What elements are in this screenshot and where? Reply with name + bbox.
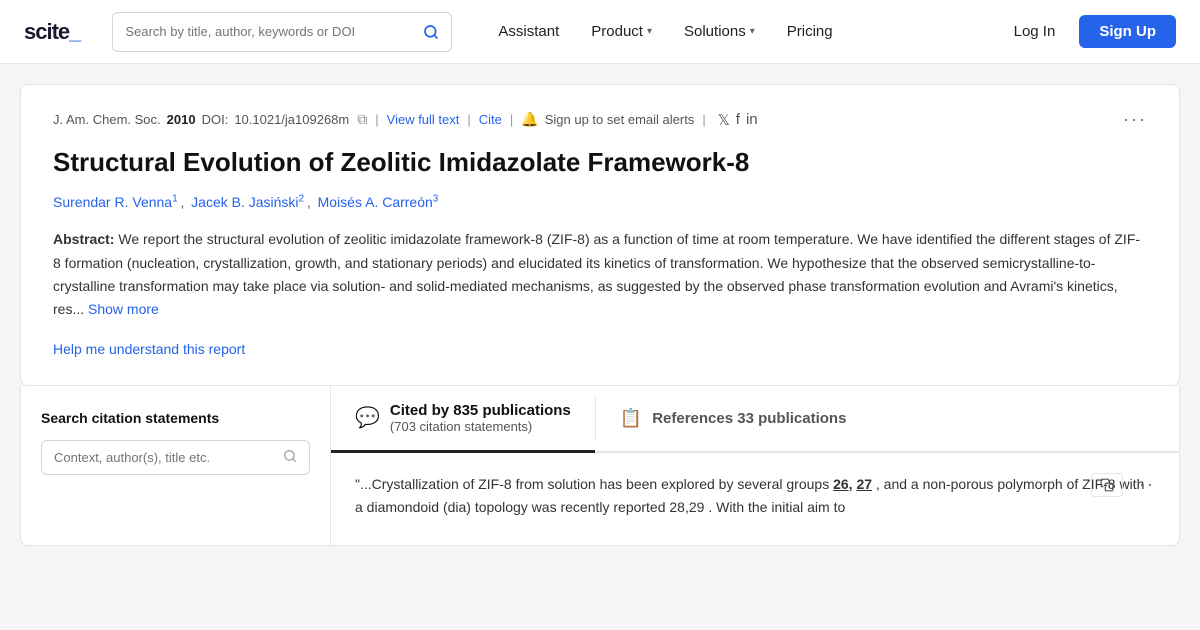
separator-2: |	[467, 112, 470, 127]
cited-by-sub-text: (703 citation statements)	[390, 419, 571, 434]
view-full-text-link[interactable]: View full text	[387, 112, 460, 127]
nav-item-pricing[interactable]: Pricing	[773, 15, 847, 48]
logo: scite_	[24, 19, 80, 45]
citation-body: "...Crystallization of ZIF-8 from soluti…	[331, 453, 1179, 539]
more-options-button[interactable]: ···	[1123, 109, 1147, 130]
facebook-icon[interactable]: f	[736, 111, 740, 128]
abstract-text: We report the structural evolution of ze…	[53, 231, 1140, 316]
cited-by-icon: 💬	[355, 405, 380, 430]
nav-item-assistant[interactable]: Assistant	[484, 15, 573, 48]
sidebar: Search citation statements	[21, 386, 331, 545]
author-1-link[interactable]: Surendar R. Venna1	[53, 194, 178, 210]
search-input[interactable]	[125, 24, 423, 39]
author-2-link[interactable]: Jacek B. Jasiński2	[191, 194, 304, 210]
nav-item-product[interactable]: Product ▾	[577, 15, 666, 48]
tabs-content: 💬 Cited by 835 publications (703 citatio…	[331, 386, 1179, 545]
paper-title: Structural Evolution of Zeolitic Imidazo…	[53, 146, 1147, 180]
twitter-icon[interactable]: 𝕏	[718, 111, 730, 129]
nav-auth: Log In Sign Up	[998, 15, 1176, 48]
show-more-link[interactable]: Show more	[88, 301, 159, 317]
nav-links: Assistant Product ▾ Solutions ▾ Pricing	[484, 15, 981, 48]
sidebar-search[interactable]	[41, 440, 310, 475]
journal-name: J. Am. Chem. Soc.	[53, 112, 161, 127]
tab-cited-by[interactable]: 💬 Cited by 835 publications (703 citatio…	[331, 386, 595, 453]
paper-authors: Surendar R. Venna1, Jacek B. Jasiński2, …	[53, 194, 1147, 211]
separator-1: |	[375, 112, 378, 127]
search-button[interactable]	[423, 24, 439, 40]
nav-item-solutions[interactable]: Solutions ▾	[670, 15, 769, 48]
citation-numbers: 26, 27	[833, 476, 876, 492]
bell-icon: 🔔	[521, 111, 538, 128]
signup-button[interactable]: Sign Up	[1079, 15, 1176, 48]
tab-references[interactable]: 📋 References 33 publications	[596, 386, 871, 451]
main-wrapper: J. Am. Chem. Soc. 2010 DOI: 10.1021/ja10…	[0, 84, 1200, 546]
citation-actions: ···	[1091, 473, 1155, 497]
copy-doi-icon[interactable]: ⧉	[357, 111, 367, 128]
paper-meta: J. Am. Chem. Soc. 2010 DOI: 10.1021/ja10…	[53, 109, 1147, 130]
product-chevron-icon: ▾	[647, 26, 652, 37]
sidebar-search-icon	[283, 449, 297, 466]
login-button[interactable]: Log In	[998, 15, 1072, 48]
bottom-section: Search citation statements 💬 Cited by 83…	[20, 386, 1180, 546]
citation-quote: "...Crystallization of ZIF-8 from soluti…	[355, 473, 1155, 519]
solutions-chevron-icon: ▾	[750, 26, 755, 37]
navbar: scite_ Assistant Product ▾ Solutions ▾ P…	[0, 0, 1200, 64]
search-bar[interactable]	[112, 12, 452, 52]
references-icon: 📋	[620, 408, 642, 429]
doi-value: 10.1021/ja109268m	[234, 112, 349, 127]
citation-copy-button[interactable]	[1091, 473, 1123, 497]
paper-card: J. Am. Chem. Soc. 2010 DOI: 10.1021/ja10…	[20, 84, 1180, 386]
sidebar-title: Search citation statements	[41, 410, 310, 426]
cited-by-label-block: Cited by 835 publications (703 citation …	[390, 402, 571, 434]
sidebar-search-input[interactable]	[54, 450, 275, 465]
references-main-text: References 33 publications	[652, 410, 846, 427]
tabs-header: 💬 Cited by 835 publications (703 citatio…	[331, 386, 1179, 453]
pub-year: 2010	[167, 112, 196, 127]
cite-link[interactable]: Cite	[479, 112, 502, 127]
doi-label: DOI:	[202, 112, 229, 127]
social-icons: 𝕏 f in	[718, 111, 758, 129]
citation-ref-27[interactable]: 27	[856, 476, 872, 492]
cited-by-main-text: Cited by 835 publications	[390, 402, 571, 419]
citation-ref-26[interactable]: 26	[833, 476, 849, 492]
citation-more-options[interactable]: ···	[1131, 474, 1155, 495]
linkedin-icon[interactable]: in	[746, 111, 758, 128]
abstract: Abstract: We report the structural evolu…	[53, 228, 1147, 320]
help-understand-link[interactable]: Help me understand this report	[53, 341, 245, 357]
separator-4: |	[702, 112, 705, 127]
abstract-label: Abstract:	[53, 231, 114, 247]
email-alerts-text: Sign up to set email alerts	[545, 112, 695, 127]
separator-3: |	[510, 112, 513, 127]
citation-quote-start: "...Crystallization of ZIF-8 from soluti…	[355, 476, 833, 492]
author-3-link[interactable]: Moisés A. Carreón3	[318, 194, 439, 210]
